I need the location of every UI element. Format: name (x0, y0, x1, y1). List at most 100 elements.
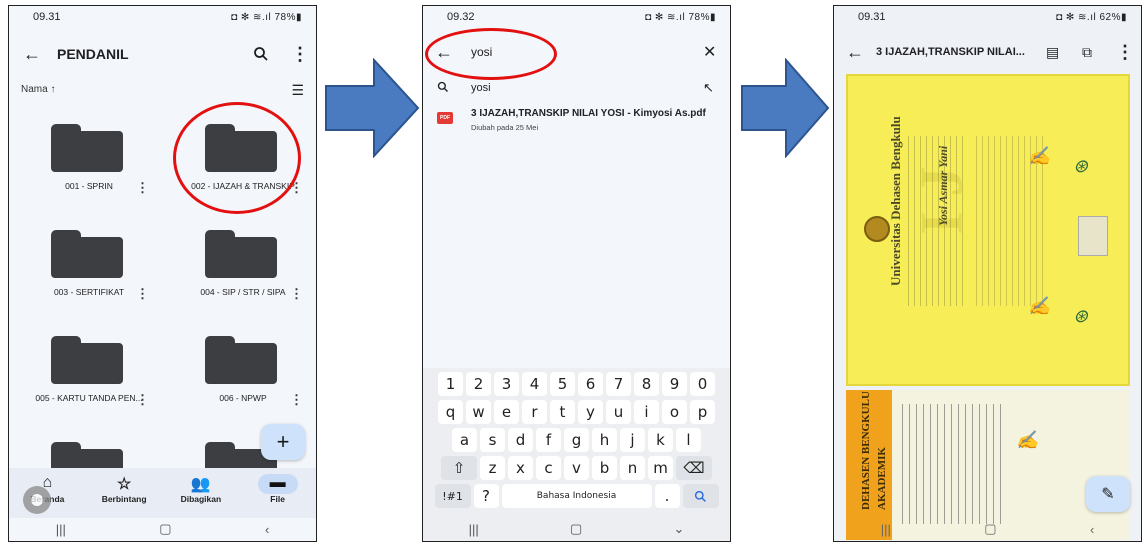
folder-menu-icon[interactable]: ⋮ (290, 286, 303, 302)
space-key[interactable]: Bahasa Indonesia (501, 484, 652, 508)
key-1[interactable]: 1 (438, 372, 463, 396)
search-key[interactable] (682, 484, 719, 508)
folder-item[interactable]: 004 - SIP / STR / SIPA ⋮ (163, 222, 316, 322)
key-0[interactable]: 0 (690, 372, 715, 396)
key-t[interactable]: t (550, 400, 575, 424)
nav-label: File (270, 494, 285, 504)
recents-icon[interactable]: ||| (469, 522, 479, 537)
file-modified: Diubah pada 25 Mei (471, 123, 539, 132)
key-5[interactable]: 5 (550, 372, 575, 396)
key-g[interactable]: g (564, 428, 589, 452)
key-y[interactable]: y (578, 400, 603, 424)
period-key[interactable]: . (654, 484, 680, 508)
signature-mark: ✍ (1016, 430, 1039, 450)
search-icon[interactable] (253, 46, 269, 62)
home-button-icon[interactable]: ▢ (570, 521, 582, 537)
key-f[interactable]: f (536, 428, 561, 452)
key-p[interactable]: p (690, 400, 715, 424)
key-z[interactable]: z (480, 456, 505, 480)
transcript-header: DEHASEN BENGKULU (860, 391, 872, 510)
nav-shared[interactable]: 👥 Dibagikan (163, 468, 240, 518)
signature-mark: ✍ (1028, 296, 1051, 316)
key-s[interactable]: s (480, 428, 505, 452)
search-in-document-icon[interactable]: ⧉ (1082, 44, 1092, 61)
recents-icon[interactable]: ||| (881, 522, 891, 537)
folder-item[interactable]: 001 - SPRIN ⋮ (9, 116, 163, 216)
folder-menu-icon[interactable]: ⋮ (136, 392, 149, 408)
keyboard-row-numbers: 1234567890 (423, 372, 730, 396)
key-6[interactable]: 6 (578, 372, 603, 396)
key-c[interactable]: c (536, 456, 561, 480)
search-result-file[interactable]: PDF 3 IJAZAH,TRANSKIP NILAI YOSI - Kimyo… (423, 104, 730, 140)
sort-by-name[interactable]: Nama ↑ (21, 84, 55, 95)
back-arrow-icon[interactable]: ← (23, 44, 41, 65)
key-b[interactable]: b (592, 456, 617, 480)
key-o[interactable]: o (662, 400, 687, 424)
add-new-button[interactable]: + (261, 424, 305, 460)
key-k[interactable]: k (648, 428, 673, 452)
folder-icon: ▬ (257, 474, 298, 494)
search-suggestion[interactable]: yosi ↖ (423, 76, 730, 100)
key-w[interactable]: w (466, 400, 491, 424)
keyboard-row-3: ⇧ z x c v b n m ⌫ (423, 456, 730, 480)
folder-menu-icon[interactable]: ⋮ (136, 286, 149, 302)
bottom-navigation: ⌂Beranda ☆Berbintang 👥Dibagikan ▬File (9, 468, 316, 518)
list-view-icon[interactable]: ☰ (291, 82, 304, 99)
shift-key[interactable]: ⇧ (441, 456, 477, 480)
recents-icon[interactable]: ||| (56, 522, 66, 537)
folder-item[interactable]: 003 - SERTIFIKAT ⋮ (9, 222, 163, 322)
key-e[interactable]: e (494, 400, 519, 424)
suggestion-text: yosi (471, 82, 491, 94)
folder-menu-icon[interactable]: ⋮ (136, 180, 149, 196)
key-q[interactable]: q (438, 400, 463, 424)
insert-arrow-icon[interactable]: ↖ (703, 80, 714, 96)
key-2[interactable]: 2 (466, 372, 491, 396)
drive-search-screen: 09.32 ◘ ✻ ≋.ıl 78%▮ ← yosi ✕ yosi ↖ PDF … (422, 5, 731, 542)
comment-icon[interactable]: ▤ (1046, 44, 1059, 61)
key-u[interactable]: u (606, 400, 631, 424)
hide-keyboard-icon[interactable]: ⌄ (673, 521, 684, 537)
clear-icon[interactable]: ✕ (703, 42, 716, 62)
key-r[interactable]: r (522, 400, 547, 424)
key-7[interactable]: 7 (606, 372, 631, 396)
status-time: 09.31 (858, 11, 886, 23)
backspace-key[interactable]: ⌫ (676, 456, 712, 480)
key-d[interactable]: d (508, 428, 533, 452)
key-m[interactable]: m (648, 456, 673, 480)
back-arrow-icon[interactable]: ← (846, 42, 864, 63)
key-i[interactable]: i (634, 400, 659, 424)
folder-item[interactable]: 005 - KARTU TANDA PEN... ⋮ (9, 328, 163, 428)
folder-menu-icon[interactable]: ⋮ (290, 392, 303, 408)
key-8[interactable]: 8 (634, 372, 659, 396)
status-bar: 09.32 ◘ ✻ ≋.ıl 78%▮ (423, 6, 730, 28)
assistive-touch-button[interactable] (23, 486, 51, 514)
folder-icon (51, 230, 123, 278)
folder-icon (205, 336, 277, 384)
key-h[interactable]: h (592, 428, 617, 452)
key-x[interactable]: x (508, 456, 533, 480)
key-4[interactable]: 4 (522, 372, 547, 396)
key-3[interactable]: 3 (494, 372, 519, 396)
status-indicators: ◘ ✻ ≋.ıl 78%▮ (645, 11, 716, 23)
folder-name: 003 - SERTIFIKAT (53, 287, 125, 297)
home-button-icon[interactable]: ▢ (984, 521, 996, 537)
symbols-key[interactable]: !#1 (434, 484, 471, 508)
back-icon[interactable]: ‹ (265, 522, 269, 537)
edit-button[interactable]: ✎ (1086, 476, 1130, 512)
question-key[interactable]: ? (473, 484, 499, 508)
home-button-icon[interactable]: ▢ (159, 521, 171, 537)
key-l[interactable]: l (676, 428, 701, 452)
key-9[interactable]: 9 (662, 372, 687, 396)
key-j[interactable]: j (620, 428, 645, 452)
folder-item[interactable]: 006 - NPWP ⋮ (163, 328, 316, 428)
key-v[interactable]: v (564, 456, 589, 480)
graduate-photo (1078, 216, 1108, 256)
folder-icon (51, 124, 123, 172)
nav-starred[interactable]: ☆ Berbintang (86, 468, 163, 518)
back-icon[interactable]: ‹ (1090, 522, 1094, 537)
more-options-icon[interactable]: ⋮ (1116, 42, 1134, 63)
key-n[interactable]: n (620, 456, 645, 480)
key-a[interactable]: a (452, 428, 477, 452)
more-options-icon[interactable]: ⋮ (291, 44, 309, 65)
nav-files[interactable]: ▬ File (239, 468, 316, 518)
